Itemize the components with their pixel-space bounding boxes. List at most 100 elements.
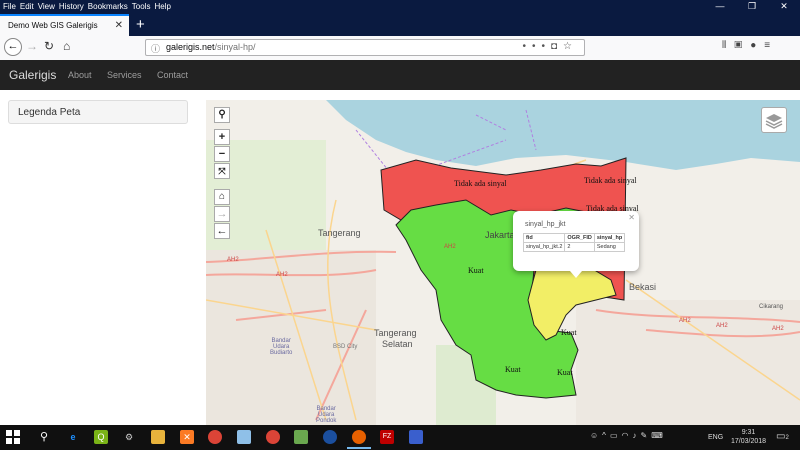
url-path: /sinyal-hp/ (214, 42, 256, 52)
zoom-in-button[interactable]: + (214, 129, 230, 145)
city-label-tangsel-2: Selatan (382, 339, 413, 349)
notification-count: 2 (785, 435, 789, 441)
road-label: AH2 (716, 323, 728, 329)
site-info-icon[interactable]: ⓘ (151, 42, 160, 55)
file-explorer-icon[interactable] (151, 430, 165, 444)
city-label-bekasi: Bekasi (629, 282, 657, 292)
layers-icon[interactable] (761, 107, 787, 133)
language-indicator[interactable]: ENG (708, 434, 723, 441)
bookmark-star-icon[interactable]: ☆ (563, 41, 578, 52)
arcgis-icon[interactable] (323, 430, 337, 444)
table-row: sinyal_hp_jkt.2 2 Sedang (522, 242, 626, 252)
forward-arrow-icon[interactable]: → (26, 39, 38, 53)
map-home-icon[interactable]: ⌂ (214, 189, 230, 205)
fullscreen-icon[interactable]: ⤧ (214, 163, 230, 179)
account-icon[interactable]: ● (750, 40, 764, 51)
city-label-tangsel: Tangerang (374, 328, 417, 338)
tab-close-icon[interactable]: ✕ (115, 20, 123, 31)
table-cell: sinyal_hp_jkt.2 (522, 242, 566, 252)
page-actions: •••◘☆ (522, 41, 578, 52)
legend-title: Legenda Peta (18, 107, 81, 118)
xampp-icon[interactable]: ✕ (180, 430, 194, 444)
popup-close-icon[interactable]: ✕ (628, 213, 635, 222)
show-hidden-icon[interactable]: ^ (602, 431, 610, 440)
sidebar-icon[interactable]: ▣ (734, 40, 750, 51)
previous-extent-icon[interactable]: ← (214, 223, 230, 239)
toolbar-right-icons: ⫴▣●≡ (722, 40, 778, 51)
city-label-cikarang: Cikarang (759, 304, 784, 310)
layers-glyph (765, 114, 783, 129)
legend-panel[interactable]: Legenda Peta (8, 100, 188, 124)
hamburger-menu-icon[interactable]: ≡ (764, 40, 778, 51)
map-label-strong: Kuat (561, 328, 577, 337)
map-canvas (206, 100, 800, 425)
map-label-no-signal: Tidak ada sinyal (584, 176, 637, 185)
map-label-no-signal: Tidak ada sinyal (454, 179, 507, 188)
library-icon[interactable]: ⫴ (722, 40, 734, 51)
filezilla-icon[interactable]: FZ (380, 430, 394, 444)
url-bar[interactable]: ⓘ galerigis.net/sinyal-hp/ •••◘☆ (145, 39, 585, 56)
feature-popup[interactable]: sinyal_hp_jkt ✕ fid OGR_FID sinyal_hp si… (513, 211, 639, 271)
map-search-icon[interactable]: ⚲ (214, 107, 230, 123)
reload-icon[interactable]: ↻ (44, 39, 54, 53)
browser-menubar: File Edit View History Bookmarks Tools Help (0, 0, 800, 12)
table-header-row: fid OGR_FID sinyal_hp (522, 233, 626, 243)
airport-label-line: Pondok (316, 418, 337, 424)
windows-start-icon[interactable] (6, 430, 20, 444)
sea-area (326, 100, 800, 170)
nav-services[interactable]: Services (107, 70, 142, 80)
header-cell: fid (522, 233, 566, 243)
chrome-icon-2[interactable] (266, 430, 280, 444)
qgis-icon[interactable]: Q (94, 430, 108, 444)
app-icon[interactable] (237, 430, 251, 444)
url-host: galerigis.net (166, 42, 215, 52)
network-app-icon[interactable] (409, 430, 423, 444)
page-actions-icon[interactable]: ••• (522, 41, 551, 52)
keyboard-icon[interactable]: ⌨ (651, 431, 667, 440)
popup-attribute-table: fid OGR_FID sinyal_hp sinyal_hp_jkt.2 2 … (522, 233, 626, 252)
battery-icon[interactable]: ▭ (610, 431, 622, 440)
wifi-icon[interactable]: ◠ (622, 431, 633, 440)
notepad-icon[interactable] (294, 430, 308, 444)
table-cell: 2 (564, 242, 595, 252)
url-text: galerigis.net/sinyal-hp/ (166, 42, 256, 52)
zoom-out-button[interactable]: − (214, 146, 230, 162)
action-center-icon[interactable]: ▭2 (776, 431, 789, 442)
browser-tab[interactable]: Demo Web GIS Galerigis ✕ (0, 14, 129, 36)
edge-icon[interactable]: e (66, 430, 80, 444)
minimize-icon[interactable]: — (704, 0, 736, 12)
system-tray: ☺^▭◠♪✎⌨ (590, 431, 667, 440)
pen-icon[interactable]: ✎ (640, 431, 651, 440)
map-view[interactable]: Tidak ada sinyal Tidak ada sinyal Tidak … (206, 100, 800, 425)
header-cell: OGR_FID (564, 233, 595, 243)
nav-contact[interactable]: Contact (157, 70, 188, 80)
people-icon[interactable]: ☺ (590, 431, 602, 440)
clock-time: 9:31 (741, 429, 756, 436)
tab-title: Demo Web GIS Galerigis (8, 21, 98, 30)
settings-icon[interactable]: ⚙ (122, 430, 136, 444)
table-cell: Sedang (593, 242, 626, 252)
search-icon[interactable]: ⚲ (37, 430, 51, 444)
city-label-jakarta: Jakarta (485, 230, 515, 240)
city-label-tangerang: Tangerang (318, 228, 361, 238)
next-extent-icon[interactable]: → (214, 206, 230, 222)
home-icon[interactable]: ⌂ (63, 39, 70, 53)
nav-about[interactable]: About (68, 70, 92, 80)
clock[interactable]: 9:31 17/03/2018 (731, 428, 766, 446)
restore-icon[interactable]: ❐ (736, 0, 768, 12)
clock-date: 17/03/2018 (731, 438, 767, 445)
new-tab-icon[interactable]: + (136, 16, 145, 33)
firefox-icon[interactable] (352, 430, 366, 444)
pocket-icon[interactable]: ◘ (551, 41, 563, 52)
site-brand[interactable]: Galerigis (9, 68, 56, 82)
airport-label-2: Bandar Udara Pondok (316, 406, 336, 424)
chrome-icon[interactable] (208, 430, 222, 444)
back-arrow-icon[interactable]: ← (4, 38, 22, 56)
window-controls: — ❐ ✕ (704, 0, 800, 12)
place-label-bsd: BSD City (333, 344, 358, 350)
close-window-icon[interactable]: ✕ (768, 0, 800, 12)
road-label: AH2 (444, 244, 456, 250)
header-cell: sinyal_hp (593, 233, 626, 243)
road-label: AH2 (227, 257, 239, 263)
windows-taskbar (0, 425, 800, 450)
